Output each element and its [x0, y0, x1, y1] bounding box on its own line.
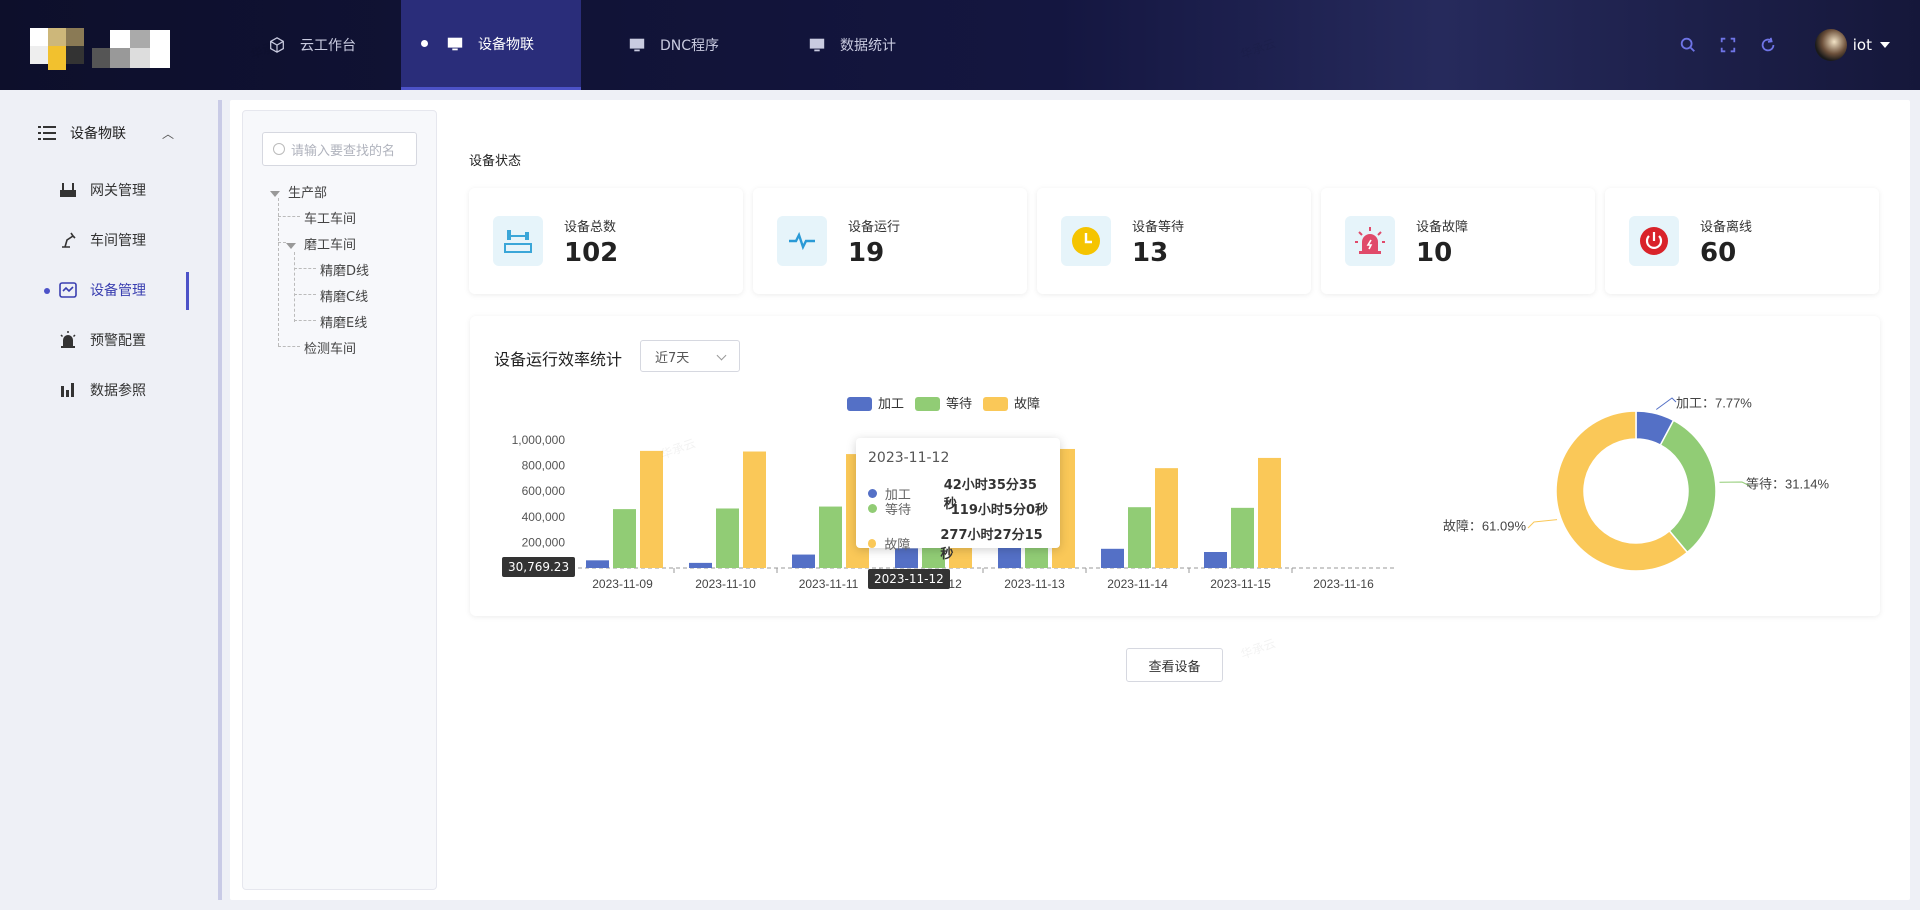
bar-wait: [819, 506, 842, 568]
bar-fault: [743, 451, 766, 568]
legend-dot: [868, 488, 877, 498]
tooltip-row-label: 故障: [884, 537, 911, 553]
tooltip-row: 故障 277小时27分15秒: [868, 524, 1048, 562]
chart-tooltip: 2023-11-12 加工 42小时35分35秒 等待 119小时5分0秒 故障…: [856, 438, 1060, 562]
y-tick-label: 200,000: [522, 535, 566, 549]
bar-fault: [640, 450, 663, 568]
y-tick-label: 600,000: [522, 484, 566, 498]
legend-label: 故障: [1014, 396, 1040, 411]
bar-wait: [613, 509, 636, 568]
tooltip-row-value: 277小时27分15秒: [940, 528, 1043, 562]
legend-dot: [868, 504, 877, 513]
bar-fault: [1258, 457, 1281, 568]
y-tick-label: 800,000: [522, 459, 566, 473]
bar-process: [586, 560, 609, 568]
tooltip-date: 2023-11-12: [868, 450, 950, 466]
view-devices-button[interactable]: 查看设备: [1126, 648, 1223, 682]
bar-process: [1101, 548, 1124, 568]
x-tick-label: 2023-11-13: [1004, 577, 1065, 591]
x-tick-label: 2023-11-11: [799, 577, 859, 591]
tooltip-row-value: 119小时5分0秒: [950, 503, 1048, 518]
legend-label: 等待: [946, 396, 972, 411]
donut-label: 加工：7.77%: [1676, 396, 1752, 411]
x-tick-label: 2023-11-09: [592, 577, 653, 591]
legend-swatch: [915, 397, 940, 411]
bar-wait: [1128, 507, 1151, 568]
donut-label-line: [1527, 519, 1558, 529]
x-tick-label: 2023-11-10: [695, 577, 756, 591]
axis-pointer-x-label: 2023-11-12: [868, 569, 950, 589]
bar-wait: [1231, 507, 1254, 568]
legend-swatch: [983, 397, 1008, 411]
x-tick-label: 2023-11-14: [1107, 577, 1168, 591]
x-tick-label: 2023-11-15: [1210, 577, 1271, 591]
legend-swatch: [847, 397, 872, 411]
donut-label-line: [1656, 397, 1677, 410]
donut-label: 故障：61.09%: [1443, 519, 1527, 534]
bar-fault: [1155, 468, 1178, 568]
x-tick-label: 2023-11-16: [1313, 577, 1374, 591]
bar-process: [792, 554, 815, 568]
axis-pointer-y-label: 30,769.23: [502, 557, 576, 577]
bar-process: [689, 562, 712, 568]
legend-dot: [868, 538, 877, 548]
tooltip-row: 等待 119小时5分0秒: [868, 499, 1048, 518]
donut-label: 等待：31.14%: [1746, 477, 1830, 492]
y-tick-label: 1,000,000: [512, 433, 566, 447]
bar-wait: [716, 508, 739, 568]
bar-process: [1204, 552, 1227, 568]
legend-label: 加工: [878, 396, 904, 411]
tooltip-row-label: 等待: [885, 503, 912, 518]
y-tick-label: 400,000: [522, 510, 566, 524]
